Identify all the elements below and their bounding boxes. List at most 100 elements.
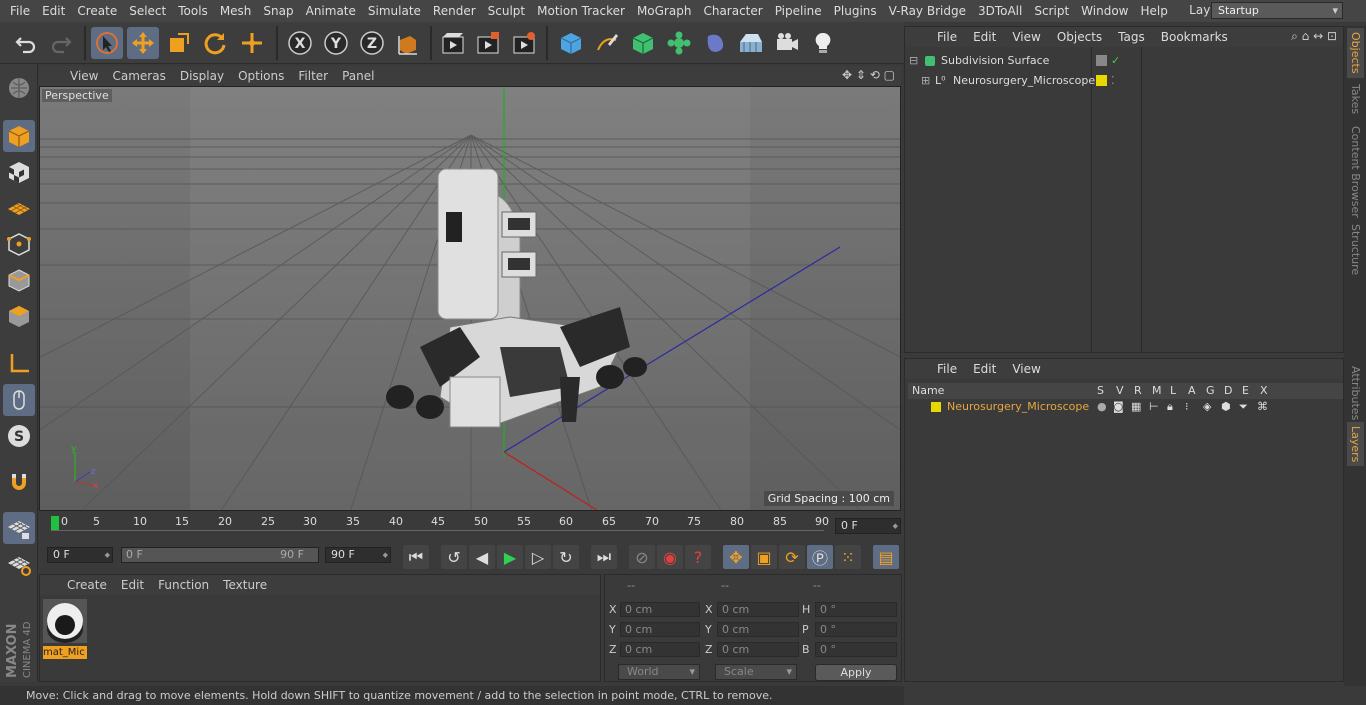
menu-motion-tracker[interactable]: Motion Tracker [531, 4, 631, 18]
cube-primitive-icon[interactable] [555, 27, 587, 59]
menu-mograph[interactable]: MoGraph [631, 4, 698, 18]
tab-objects[interactable]: Objects [1347, 28, 1364, 78]
coord-system-dropdown[interactable]: World [618, 664, 700, 680]
record-icon[interactable]: ◉ [657, 545, 683, 569]
pen-spline-icon[interactable] [591, 27, 623, 59]
render-view-icon[interactable] [437, 27, 469, 59]
edge-mode-icon[interactable] [3, 264, 35, 296]
solo-icon[interactable]: S [3, 420, 35, 452]
3d-viewport[interactable]: y z x Perspective Grid Spacing : 100 cm [39, 86, 901, 511]
live-selection-icon[interactable] [91, 27, 123, 59]
menu-character[interactable]: Character [697, 4, 768, 18]
prev-key-icon[interactable]: ↺ [441, 545, 467, 569]
transform-tool-icon[interactable] [236, 27, 268, 59]
menu-animate[interactable]: Animate [300, 4, 362, 18]
prev-frame-icon[interactable]: ◀ [469, 545, 495, 569]
render-settings-icon[interactable] [508, 27, 540, 59]
mat-menu-edit[interactable]: Edit [114, 578, 151, 592]
menu-file[interactable]: File [4, 4, 36, 18]
rot-h-field[interactable]: 0 ° [815, 602, 897, 617]
obj-menu-tags[interactable]: Tags [1110, 30, 1153, 44]
tree-collapse-icon[interactable]: ⊟ [909, 51, 918, 71]
size-mode-dropdown[interactable]: Scale [715, 664, 797, 680]
layer-menu-file[interactable]: File [929, 362, 965, 376]
size-y-field[interactable]: 0 cm [717, 622, 799, 637]
obj-menu-bookmarks[interactable]: Bookmarks [1153, 30, 1236, 44]
layer-menu-view[interactable]: View [1004, 362, 1048, 376]
deformer-toggle-icon[interactable]: ⬢ [1221, 399, 1231, 415]
menu-mesh[interactable]: Mesh [214, 4, 258, 18]
axis-mode-icon[interactable] [3, 348, 35, 380]
tab-content-browser[interactable]: Content Browser [1347, 122, 1364, 222]
solo-toggle-icon[interactable]: ● [1097, 399, 1107, 415]
make-editable-icon[interactable] [3, 72, 35, 104]
next-frame-icon[interactable]: ▷ [525, 545, 551, 569]
workplane-icon[interactable] [3, 192, 35, 224]
coordinate-system-icon[interactable] [392, 27, 424, 59]
viewport-nav-icons[interactable]: ✥ ⇕ ⟲ ▢ [842, 68, 895, 82]
layer-swatch-icon[interactable] [1096, 55, 1107, 66]
enabled-check-icon[interactable]: ✓ [1111, 51, 1120, 71]
redo-icon[interactable] [45, 27, 77, 59]
model-mode-icon[interactable] [3, 120, 35, 152]
render-toggle-icon[interactable]: ▦ [1131, 399, 1141, 415]
mat-menu-function[interactable]: Function [151, 578, 216, 592]
vp-menu-cameras[interactable]: Cameras [105, 69, 172, 83]
menu-create[interactable]: Create [71, 4, 123, 18]
menu-render[interactable]: Render [427, 4, 482, 18]
manager-toggle-icon[interactable]: ⊢ [1149, 399, 1159, 415]
lock-toggle-icon[interactable]: 🔒︎ [1167, 399, 1173, 415]
menu-tools[interactable]: Tools [172, 4, 214, 18]
camera-icon[interactable] [771, 27, 803, 59]
size-x-field[interactable]: 0 cm [717, 602, 799, 617]
goto-start-icon[interactable]: ⏮ [403, 545, 429, 569]
end-frame-field[interactable]: 90 F [325, 547, 391, 563]
visibility-dots-icon[interactable]: ⁚ [1111, 71, 1115, 91]
x-axis-lock-icon[interactable]: X [284, 27, 316, 59]
grid-snap-icon[interactable] [3, 548, 35, 580]
menu-edit[interactable]: Edit [36, 4, 71, 18]
pos-z-field[interactable]: 0 cm [620, 642, 700, 657]
polygon-mode-icon[interactable] [3, 300, 35, 332]
frame-range-slider[interactable]: 0 F 90 F [121, 547, 319, 563]
point-mode-icon[interactable] [3, 228, 35, 260]
texture-mode-icon[interactable] [3, 156, 35, 188]
move-tool-icon[interactable] [127, 27, 159, 59]
menu-script[interactable]: Script [1028, 4, 1075, 18]
vp-menu-view[interactable]: View [63, 69, 105, 83]
key-scale-icon[interactable]: ▣ [751, 545, 777, 569]
menu-simulate[interactable]: Simulate [362, 4, 427, 18]
subdivision-icon[interactable] [627, 27, 659, 59]
menu-pipeline[interactable]: Pipeline [769, 4, 828, 18]
menu-help[interactable]: Help [1134, 4, 1173, 18]
vp-menu-panel[interactable]: Panel [335, 69, 381, 83]
layer-row[interactable]: Neurosurgery_Microscope ● ◙ ▦ ⊢ 🔒︎ ⁝ ◈ ⬢… [905, 399, 1343, 415]
autokey-icon[interactable]: ? [685, 545, 711, 569]
pos-x-field[interactable]: 0 cm [620, 602, 700, 617]
obj-menu-objects[interactable]: Objects [1049, 30, 1110, 44]
object-name[interactable]: Neurosurgery_Microscope [953, 71, 1095, 91]
menu-sculpt[interactable]: Sculpt [482, 4, 531, 18]
menu-snap[interactable]: Snap [257, 4, 299, 18]
vp-menu-display[interactable]: Display [173, 69, 231, 83]
object-row-microscope[interactable]: ⊞ L⁰ Neurosurgery_Microscope ⁚ [905, 71, 1343, 91]
key-param-icon[interactable]: Ⓟ [807, 545, 833, 569]
vp-menu-filter[interactable]: Filter [291, 69, 335, 83]
layer-color-swatch[interactable] [931, 402, 941, 412]
obj-menu-edit[interactable]: Edit [965, 30, 1004, 44]
rot-p-field[interactable]: 0 ° [815, 622, 897, 637]
play-icon[interactable]: ▶ [497, 545, 523, 569]
playhead[interactable] [51, 516, 59, 530]
generator-toggle-icon[interactable]: ◈ [1203, 399, 1211, 415]
start-frame-field[interactable]: 0 F [47, 547, 113, 563]
menu-select[interactable]: Select [123, 4, 172, 18]
tree-expand-icon[interactable]: ⊞ [921, 71, 930, 91]
z-axis-lock-icon[interactable]: Z [356, 27, 388, 59]
expression-toggle-icon[interactable]: ⏷ [1239, 399, 1248, 415]
keyframe-selection-icon[interactable]: ⊘ [629, 545, 655, 569]
mat-menu-create[interactable]: Create [60, 578, 114, 592]
size-z-field[interactable]: 0 cm [717, 642, 799, 657]
menu-3dtoall[interactable]: 3DToAll [972, 4, 1028, 18]
rotate-tool-icon[interactable] [199, 27, 231, 59]
scale-tool-icon[interactable] [163, 27, 195, 59]
